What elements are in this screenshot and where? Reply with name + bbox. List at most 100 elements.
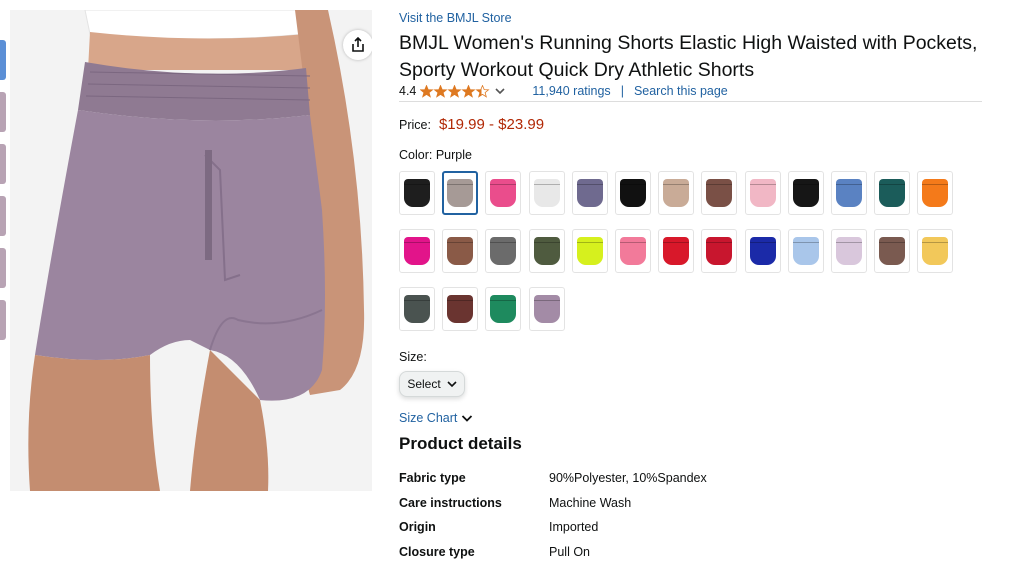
ratings-count-link[interactable]: 11,940 ratings	[532, 84, 610, 98]
share-icon	[350, 37, 366, 53]
color-swatch[interactable]	[745, 171, 781, 215]
swatch-shorts-image	[836, 237, 862, 265]
swatch-shorts-image	[706, 179, 732, 207]
details-value: Pull On	[549, 545, 849, 559]
price-row: Price: $19.99 - $23.99	[399, 116, 544, 133]
rating-value: 4.4	[399, 84, 416, 98]
color-swatch[interactable]	[529, 171, 565, 215]
price-label: Price:	[399, 118, 431, 132]
rating-row: 4.4 11,940 ratings |	[399, 84, 728, 98]
color-swatch[interactable]	[442, 229, 478, 273]
details-row: Care instructions Machine Wash	[399, 491, 849, 516]
swatch-shorts-image	[706, 237, 732, 265]
swatch-shorts-image	[793, 179, 819, 207]
price-value: $19.99 - $23.99	[439, 116, 544, 133]
color-swatch[interactable]	[701, 229, 737, 273]
swatch-shorts-image	[836, 179, 862, 207]
chevron-down-icon	[447, 380, 457, 388]
swatch-shorts-image	[750, 179, 776, 207]
main-product-image[interactable]	[10, 10, 372, 491]
star-rating[interactable]	[420, 85, 490, 98]
size-label: Size:	[399, 350, 427, 364]
color-swatch[interactable]	[529, 287, 565, 331]
color-swatch[interactable]	[485, 171, 521, 215]
color-swatch[interactable]	[658, 171, 694, 215]
swatch-shorts-image	[620, 237, 646, 265]
share-button[interactable]	[343, 30, 372, 60]
swatch-shorts-image	[404, 295, 430, 323]
swatch-shorts-image	[534, 237, 560, 265]
swatch-shorts-image	[447, 295, 473, 323]
swatch-shorts-image	[404, 179, 430, 207]
thumbnail-6[interactable]	[0, 300, 6, 340]
color-swatch[interactable]	[701, 171, 737, 215]
thumbnail-1[interactable]	[0, 40, 6, 80]
details-value: Imported	[549, 520, 849, 534]
size-select[interactable]: Select	[399, 371, 465, 397]
product-details-table: Fabric type 90%Polyester, 10%Spandex Car…	[399, 466, 849, 564]
color-swatch[interactable]	[399, 229, 435, 273]
thumbnail-2[interactable]	[0, 92, 6, 132]
swatch-shorts-image	[793, 237, 819, 265]
color-swatch[interactable]	[874, 229, 910, 273]
thumbnail-5[interactable]	[0, 248, 6, 288]
swatch-shorts-image	[447, 237, 473, 265]
details-key: Origin	[399, 520, 549, 534]
color-swatch[interactable]	[572, 229, 608, 273]
product-details-title: Product details	[399, 434, 522, 454]
shorts-illustration	[10, 10, 372, 491]
chevron-down-icon	[461, 414, 473, 423]
search-page-link[interactable]: Search this page	[634, 84, 728, 98]
color-swatch[interactable]	[399, 171, 435, 215]
details-row: Closure type Pull On	[399, 540, 849, 564]
size-chart-link[interactable]: Size Chart	[399, 411, 473, 425]
color-swatch[interactable]	[788, 229, 824, 273]
details-key: Closure type	[399, 545, 549, 559]
swatch-shorts-image	[922, 237, 948, 265]
size-select-label: Select	[407, 377, 440, 391]
color-swatch[interactable]	[485, 229, 521, 273]
color-swatch[interactable]	[788, 171, 824, 215]
details-row: Fabric type 90%Polyester, 10%Spandex	[399, 466, 849, 491]
stars-icon	[420, 85, 490, 98]
swatch-shorts-image	[534, 179, 560, 207]
swatch-shorts-image	[490, 237, 516, 265]
rating-separator: |	[621, 84, 624, 98]
swatch-shorts-image	[404, 237, 430, 265]
divider	[399, 101, 982, 102]
color-swatch[interactable]	[658, 229, 694, 273]
color-row: Color: Purple	[399, 148, 472, 162]
details-key: Care instructions	[399, 496, 549, 510]
size-chart-label: Size Chart	[399, 411, 457, 425]
swatch-shorts-image	[663, 237, 689, 265]
color-swatch[interactable]	[399, 287, 435, 331]
swatch-shorts-image	[577, 237, 603, 265]
swatch-shorts-image	[663, 179, 689, 207]
color-swatch[interactable]	[485, 287, 521, 331]
swatch-shorts-image	[879, 237, 905, 265]
swatch-shorts-image	[490, 179, 516, 207]
thumbnail-3[interactable]	[0, 144, 6, 184]
details-row: Origin Imported	[399, 515, 849, 540]
color-swatch[interactable]	[917, 229, 953, 273]
swatch-shorts-image	[879, 179, 905, 207]
color-swatch[interactable]	[831, 229, 867, 273]
product-title: BMJL Women's Running Shorts Elastic High…	[399, 30, 979, 84]
store-link[interactable]: Visit the BMJL Store	[399, 11, 512, 25]
swatch-shorts-image	[620, 179, 646, 207]
color-swatch[interactable]	[831, 171, 867, 215]
thumbnail-4[interactable]	[0, 196, 6, 236]
color-swatch[interactable]	[874, 171, 910, 215]
color-swatch[interactable]	[917, 171, 953, 215]
details-value: Machine Wash	[549, 496, 849, 510]
color-swatch[interactable]	[442, 171, 478, 215]
color-swatch[interactable]	[745, 229, 781, 273]
chevron-down-icon[interactable]	[494, 86, 506, 96]
color-swatch[interactable]	[572, 171, 608, 215]
color-swatch[interactable]	[529, 229, 565, 273]
color-swatch[interactable]	[615, 171, 651, 215]
color-swatch[interactable]	[615, 229, 651, 273]
swatch-shorts-image	[750, 237, 776, 265]
color-swatch[interactable]	[442, 287, 478, 331]
swatch-shorts-image	[577, 179, 603, 207]
